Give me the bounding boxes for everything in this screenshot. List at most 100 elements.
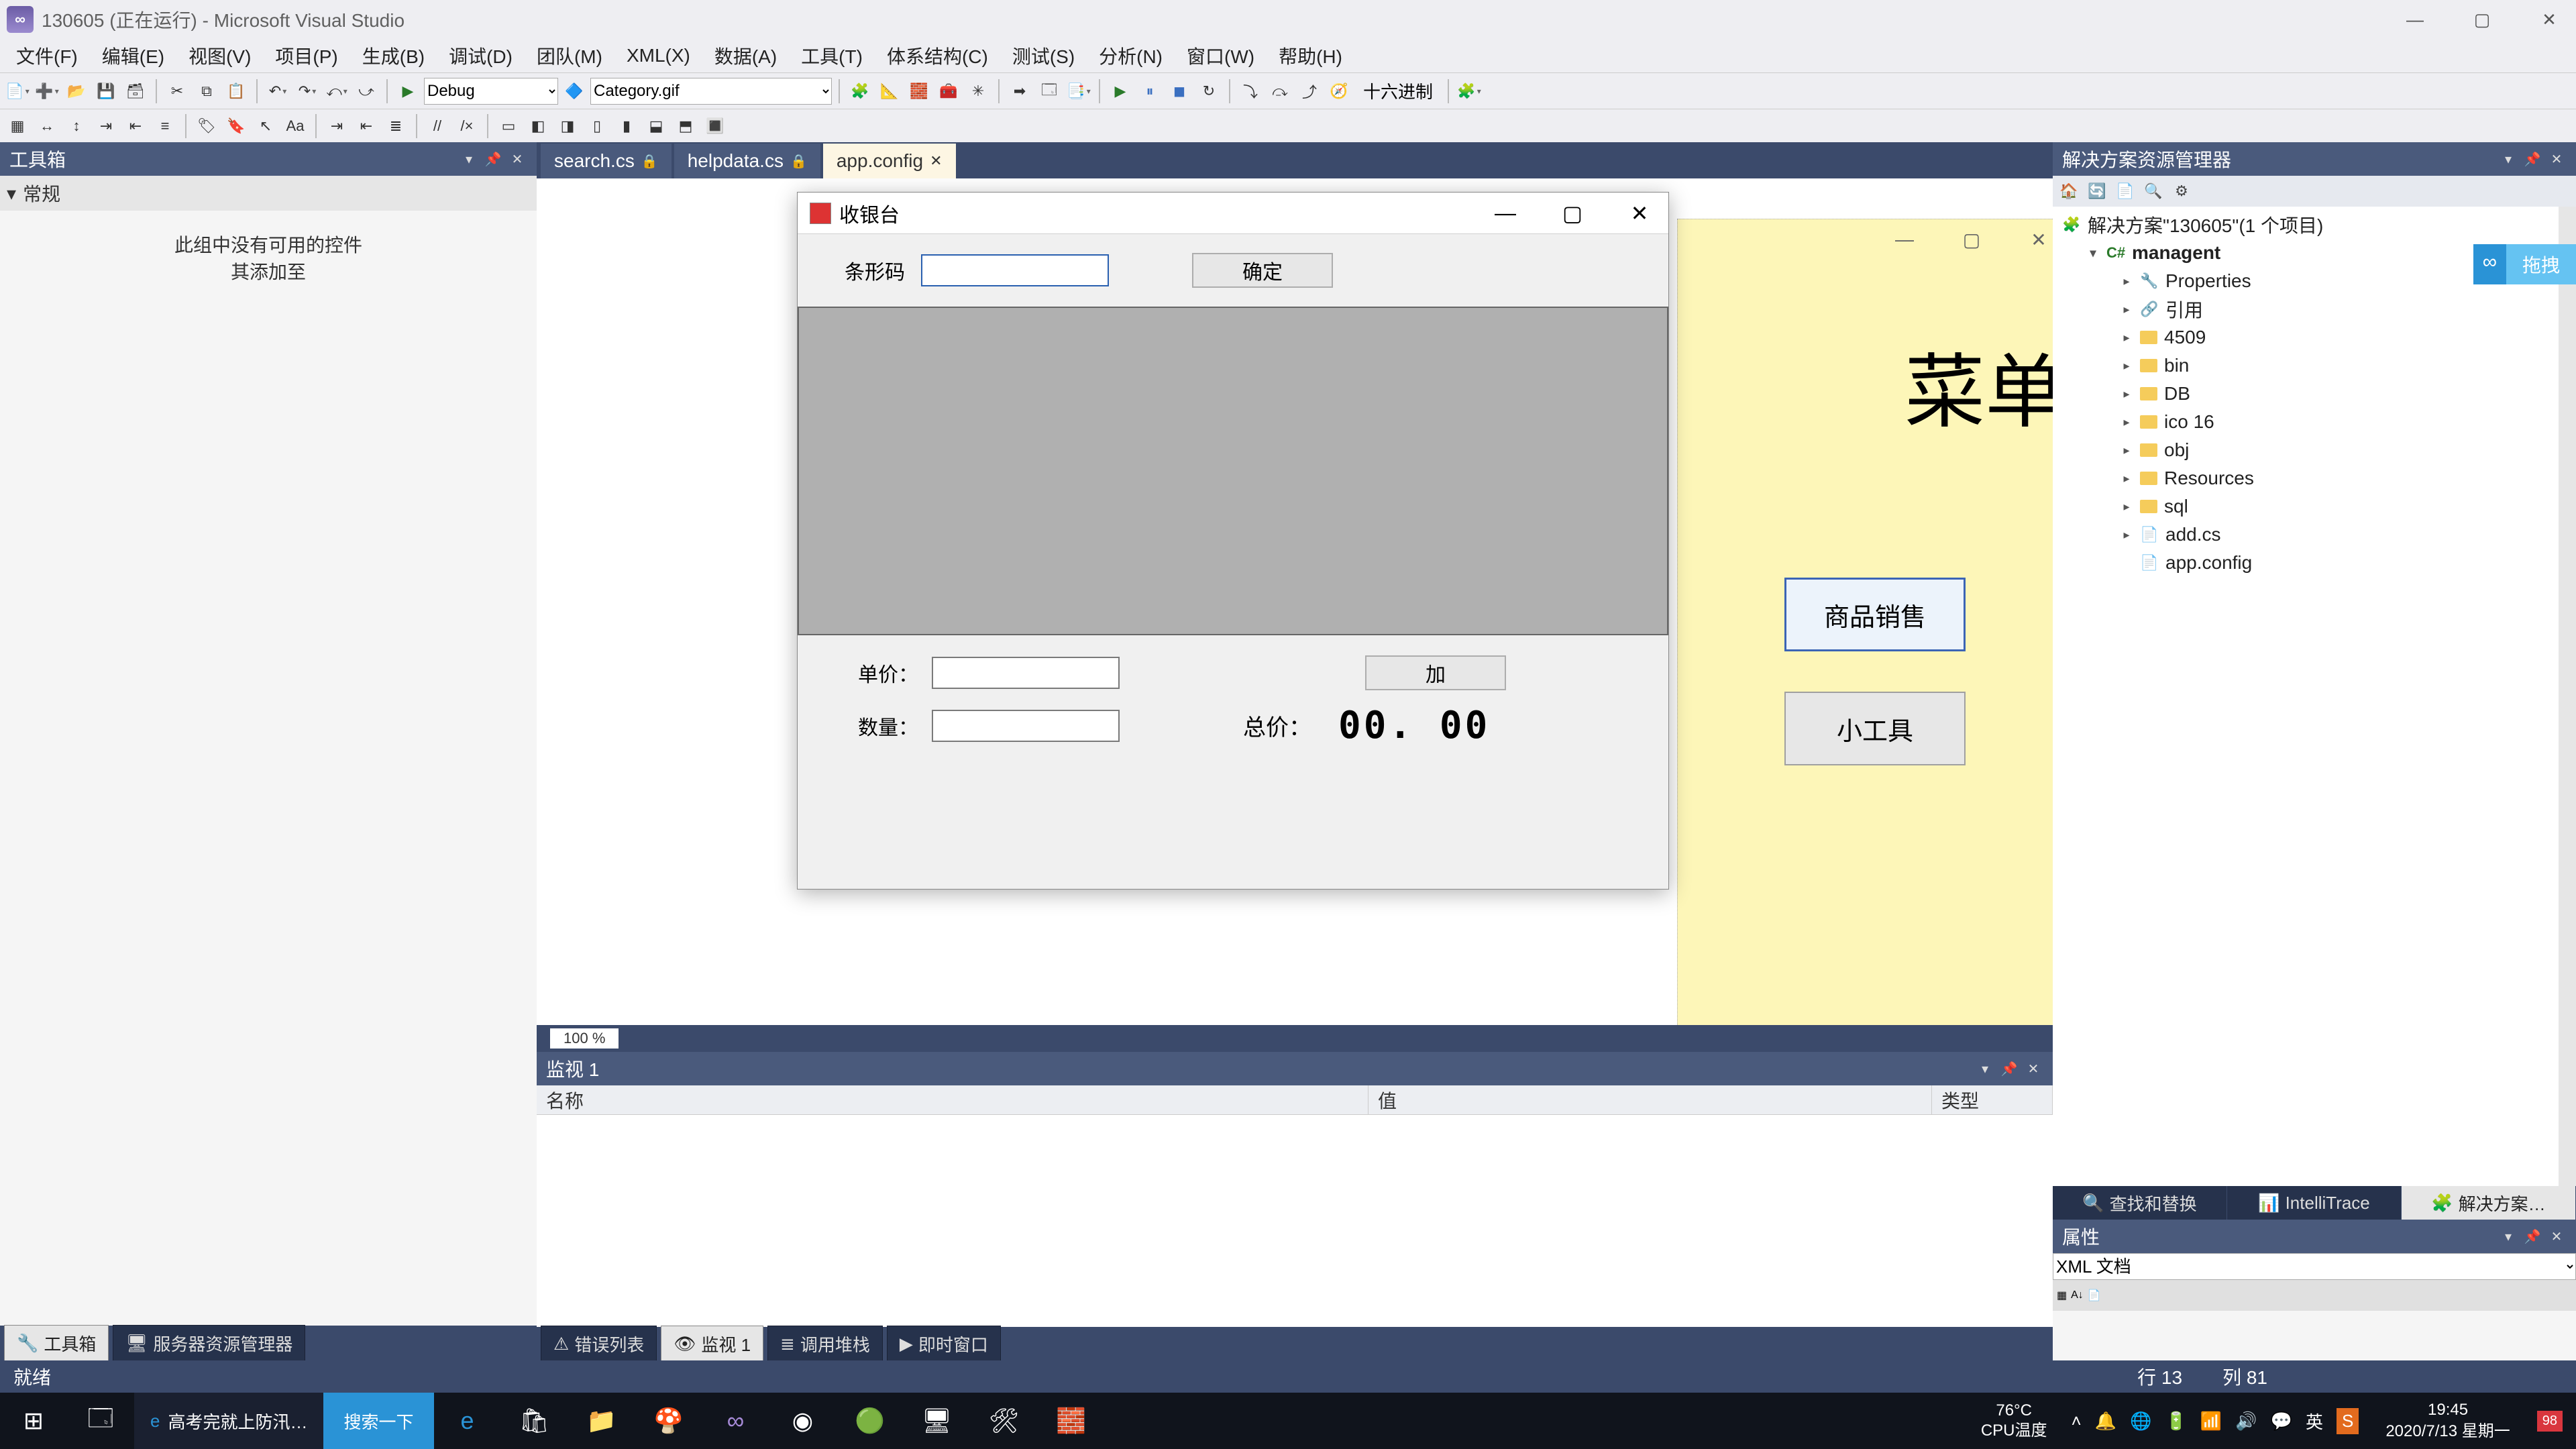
tb2-icon[interactable]: ⬓ <box>643 113 669 140</box>
comment-icon[interactable]: // <box>424 113 451 140</box>
tree-item-4509[interactable]: ▸4509 <box>2053 323 2576 352</box>
taskbar-ie[interactable]: e 高考完就上防汛… <box>134 1393 323 1449</box>
btn-product-sale[interactable]: 商品销售 <box>1784 578 1966 651</box>
properties-target-select[interactable]: XML 文档 <box>2053 1253 2576 1280</box>
cut-button[interactable]: ✂ <box>164 78 191 105</box>
qty-input[interactable] <box>932 710 1120 742</box>
window-maximize-button[interactable]: ▢ <box>2462 6 2502 33</box>
sln-tb-icon[interactable]: 🏠 <box>2057 179 2081 203</box>
chevron-right-icon[interactable]: ▸ <box>2120 387 2133 401</box>
debug-restart-icon[interactable]: ↻ <box>1195 78 1222 105</box>
uncomment-icon[interactable]: /× <box>453 113 480 140</box>
panel-dropdown-icon[interactable]: ▾ <box>1975 1059 1995 1079</box>
tb2-icon[interactable]: ⬒ <box>672 113 699 140</box>
watch-tab-callstack[interactable]: ≣ 调用堆栈 <box>767 1326 883 1362</box>
tb2-icon[interactable]: Aa <box>282 113 309 140</box>
tb-icon[interactable]: ✳ <box>965 78 991 105</box>
step-out-icon[interactable]: ⤴ <box>1296 78 1323 105</box>
tree-item-sql[interactable]: ▸sql <box>2053 492 2576 521</box>
copy-button[interactable]: ⧉ <box>193 78 220 105</box>
tb-icon[interactable]: ➡ <box>1006 78 1033 105</box>
chevron-right-icon[interactable]: ▸ <box>2120 528 2133 542</box>
window-minimize-button[interactable]: — <box>2395 6 2435 33</box>
tb-icon[interactable]: 🧭 <box>1326 78 1352 105</box>
menu-build[interactable]: 生成(B) <box>350 38 437 73</box>
tree-item-references[interactable]: ▸🔗引用 <box>2053 295 2576 323</box>
tb2-icon[interactable]: ↔ <box>34 113 60 140</box>
menu-project[interactable]: 项目(P) <box>263 38 350 73</box>
tray-temp[interactable]: 76°C CPU温度 <box>1970 1401 2058 1441</box>
chevron-right-icon[interactable]: ▸ <box>2120 500 2133 514</box>
tb2-icon[interactable]: 🏷 <box>193 113 220 140</box>
tb2-icon[interactable]: ▭ <box>495 113 522 140</box>
panel-pin-icon[interactable]: 📌 <box>2522 149 2542 169</box>
tb-icon[interactable]: 🧱 <box>906 78 932 105</box>
watch-tab-watch1[interactable]: 👁 监视 1 <box>661 1326 763 1362</box>
watch-tab-immediate[interactable]: ▶ 即时窗口 <box>887 1326 1001 1362</box>
tb2-icon[interactable]: ◧ <box>525 113 551 140</box>
taskbar-app-icon[interactable]: 🧱 <box>1038 1393 1105 1449</box>
config-select[interactable]: Debug <box>424 78 558 105</box>
add-button[interactable]: 加 <box>1365 655 1506 690</box>
menu-help[interactable]: 帮助(H) <box>1267 38 1354 73</box>
watch-col-name[interactable]: 名称 <box>537 1085 1368 1114</box>
tray-clock[interactable]: 19:45 2020/7/13 星期一 <box>2372 1399 2523 1442</box>
watch-col-type[interactable]: 类型 <box>1932 1085 2053 1114</box>
tree-item-resources[interactable]: ▸Resources <box>2053 464 2576 492</box>
undo-button[interactable]: ↶ <box>264 78 291 105</box>
document-tab-search[interactable]: search.cs 🔒 <box>541 144 672 178</box>
tray-action-icon[interactable]: 💬 <box>2271 1411 2292 1432</box>
tray-battery-icon[interactable]: 🔋 <box>2165 1411 2186 1432</box>
save-button[interactable]: 💾 <box>93 78 119 105</box>
tb2-icon[interactable]: ◨ <box>554 113 581 140</box>
menu-xml[interactable]: XML(X) <box>614 41 702 70</box>
indent-inc-icon[interactable]: ⇥ <box>323 113 350 140</box>
right-tab-find[interactable]: 🔍 查找和替换 <box>2053 1186 2227 1220</box>
window-close-button[interactable]: ✕ <box>2529 6 2569 33</box>
chevron-right-icon[interactable]: ▸ <box>2120 359 2133 373</box>
taskbar-app-icon[interactable]: 🍄 <box>635 1393 702 1449</box>
panel-close-icon[interactable]: ✕ <box>2546 149 2567 169</box>
taskbar-search[interactable]: 搜索一下 <box>323 1393 433 1449</box>
menu-tools[interactable]: 工具(T) <box>789 38 875 73</box>
tb2-icon[interactable]: ≡ <box>152 113 178 140</box>
panel-close-icon[interactable]: ✕ <box>2023 1059 2043 1079</box>
sln-tb-icon[interactable]: ⚙ <box>2169 179 2194 203</box>
tray-notify-icon[interactable]: 🔔 <box>2095 1411 2116 1432</box>
chevron-right-icon[interactable]: ▸ <box>2120 303 2133 317</box>
props-sort-icon[interactable]: A↓ <box>2071 1289 2084 1301</box>
menu-analyze[interactable]: 分析(N) <box>1087 38 1175 73</box>
paste-button[interactable]: 📋 <box>223 78 250 105</box>
chevron-right-icon[interactable]: ▸ <box>2120 472 2133 486</box>
menu-edit[interactable]: 编辑(E) <box>90 38 176 73</box>
cloud-badge[interactable]: ∞ 拖拽 <box>2473 244 2576 284</box>
panel-close-icon[interactable]: ✕ <box>507 149 527 169</box>
tb-icon[interactable]: 🧩 <box>1456 78 1483 105</box>
panel-dropdown-icon[interactable]: ▾ <box>2498 1226 2518 1246</box>
taskbar-vs[interactable]: ∞ <box>702 1393 769 1449</box>
form-minimize-button[interactable]: — <box>1891 226 1918 253</box>
cashier-close-button[interactable]: ✕ <box>1623 200 1656 227</box>
right-tab-solution[interactable]: 🧩 解决方案… <box>2402 1186 2576 1220</box>
nav-fwd-button[interactable]: ⤻ <box>353 78 380 105</box>
tb2-icon[interactable]: ▯ <box>584 113 610 140</box>
document-tab-appconfig[interactable]: app.config ✕ <box>823 144 956 178</box>
panel-pin-icon[interactable]: 📌 <box>1999 1059 2019 1079</box>
solution-tree[interactable]: 🧩 解决方案"130605"(1 个项目) ▾ C# managent ▸🔧Pr… <box>2053 207 2576 1186</box>
new-project-button[interactable]: 📄 <box>4 78 31 105</box>
taskbar-store[interactable]: 🛍 <box>501 1393 568 1449</box>
panel-dropdown-icon[interactable]: ▾ <box>2498 149 2518 169</box>
nav-back-button[interactable]: ⤺ <box>323 78 350 105</box>
tree-item-addcs[interactable]: ▸📄add.cs <box>2053 521 2576 549</box>
tb2-icon[interactable]: 🔖 <box>223 113 250 140</box>
tb2-icon[interactable]: ▦ <box>4 113 31 140</box>
chevron-right-icon[interactable]: ▸ <box>2120 415 2133 429</box>
chevron-right-icon[interactable]: ▸ <box>2120 274 2133 288</box>
cashier-minimize-button[interactable]: — <box>1489 200 1522 227</box>
tree-item-db[interactable]: ▸DB <box>2053 380 2576 408</box>
panel-dropdown-icon[interactable]: ▾ <box>459 149 479 169</box>
menu-window[interactable]: 窗口(W) <box>1175 38 1267 73</box>
tree-item-bin[interactable]: ▸bin <box>2053 352 2576 380</box>
taskbar-edge[interactable]: e <box>434 1393 501 1449</box>
watch-rows-area[interactable] <box>537 1115 2053 1327</box>
